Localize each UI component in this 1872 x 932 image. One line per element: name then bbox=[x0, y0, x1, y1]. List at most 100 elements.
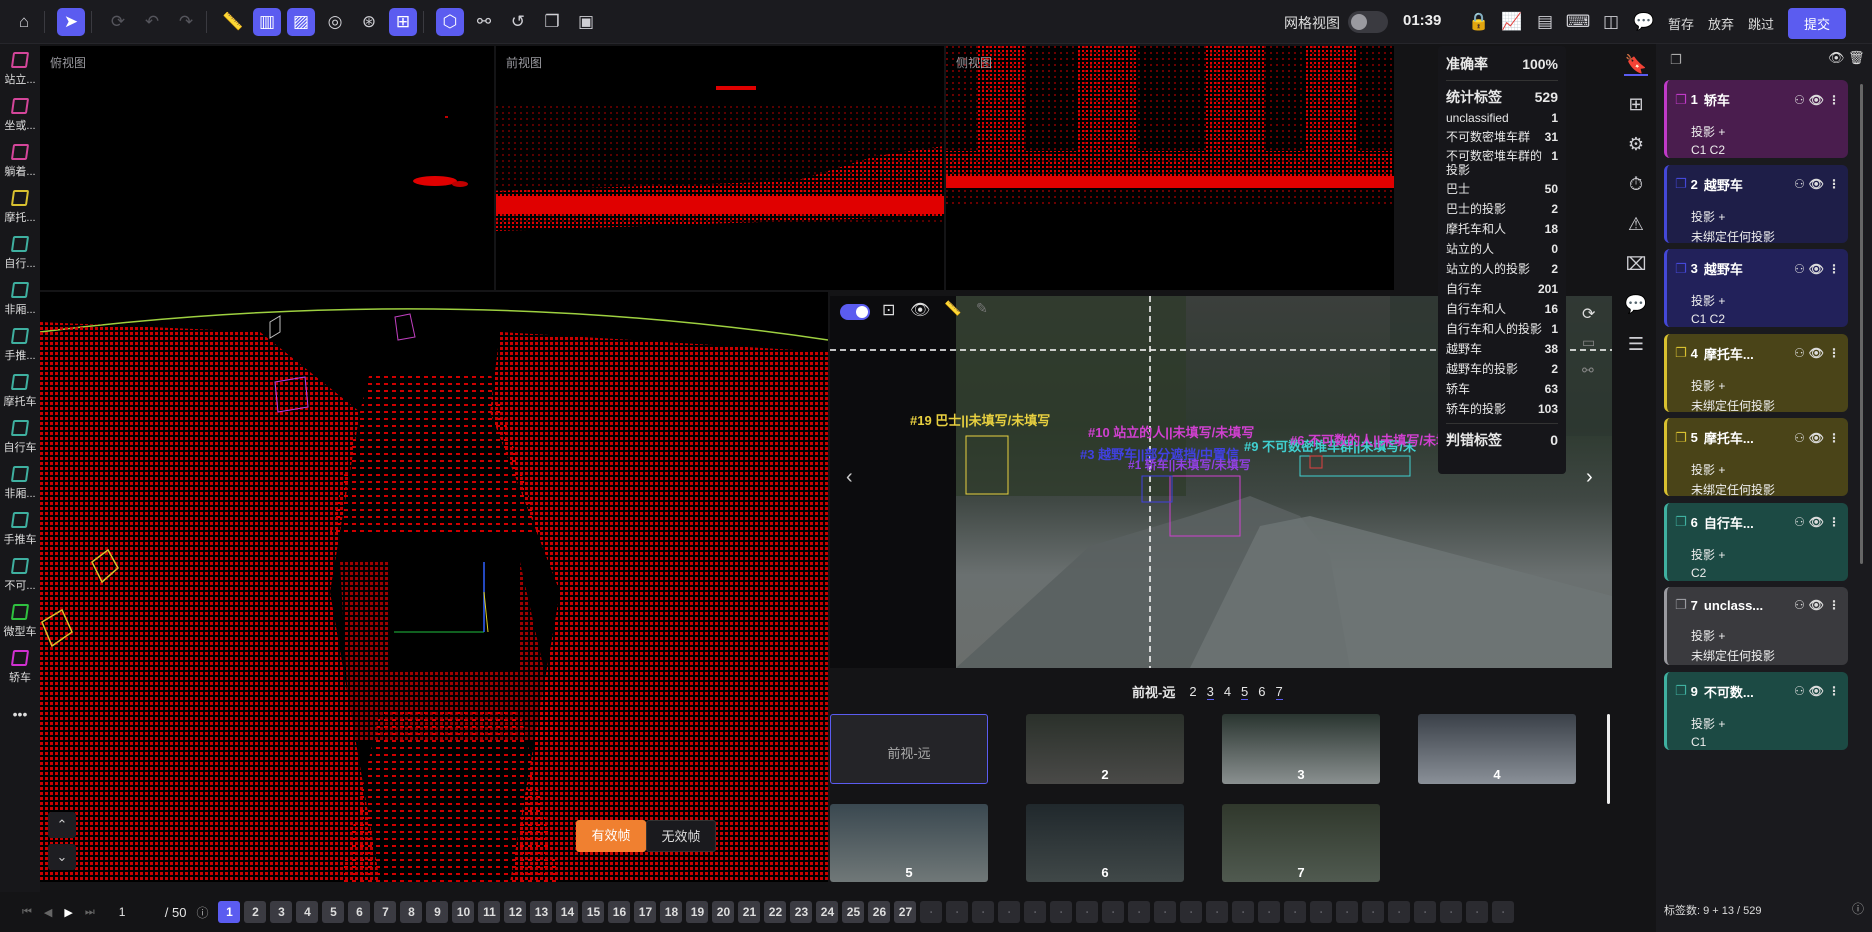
top-view-panel[interactable]: 俯视图 bbox=[40, 46, 494, 290]
page-button[interactable]: 20 bbox=[712, 901, 735, 923]
class-item[interactable]: 站立... bbox=[0, 52, 40, 87]
page-button[interactable]: 21 bbox=[738, 901, 761, 923]
side-view-panel[interactable]: 侧视图 ⌄ bbox=[946, 46, 1394, 290]
page-button-empty[interactable]: · bbox=[1076, 901, 1099, 923]
object-card[interactable]: ❐ 7 unclass... ⚇ 👁 ⋮ 投影 + 未绑定任何投影 bbox=[1664, 587, 1848, 665]
class-item[interactable]: 手推车 bbox=[0, 512, 40, 547]
stopwatch-icon[interactable]: ⏱ bbox=[1624, 172, 1648, 196]
play-icon[interactable]: ▶ bbox=[64, 906, 72, 919]
eye-icon[interactable]: 👁 bbox=[1809, 515, 1824, 529]
page-button-empty[interactable]: · bbox=[946, 901, 969, 923]
page-button[interactable]: 13 bbox=[530, 901, 553, 923]
discard-button[interactable]: 放弃 bbox=[1708, 14, 1734, 33]
page-button-empty[interactable]: · bbox=[1466, 901, 1489, 923]
page-button-empty[interactable]: · bbox=[972, 901, 995, 923]
more-classes-button[interactable]: ••• bbox=[0, 706, 40, 722]
class-item[interactable]: 自行... bbox=[0, 236, 40, 271]
eye-icon[interactable]: 👁 bbox=[1809, 598, 1824, 612]
page-button[interactable]: 16 bbox=[608, 901, 631, 923]
copy-icon[interactable]: ❐ bbox=[538, 8, 566, 36]
page-button-empty[interactable]: · bbox=[1232, 901, 1255, 923]
object-card[interactable]: ❐ 6 自行车... ⚇ 👁 ⋮ 投影 + C2 bbox=[1664, 502, 1848, 581]
pause-button[interactable]: 暂存 bbox=[1668, 14, 1694, 33]
lock-icon[interactable]: 🔒 bbox=[1465, 8, 1493, 36]
more-icon[interactable]: ⋮ bbox=[1828, 431, 1840, 445]
camera-tab[interactable]: 2 bbox=[1189, 684, 1196, 699]
undo-icon[interactable]: ↶ bbox=[138, 8, 166, 36]
page-button-empty[interactable]: · bbox=[1414, 901, 1437, 923]
object-card[interactable]: ❐ 4 摩托车... ⚇ 👁 ⋮ 投影 + 未绑定任何投影 bbox=[1664, 333, 1848, 412]
object-card[interactable]: ❐ 3 越野车 ⚇ 👁 ⋮ 投影 + C1 C2 bbox=[1664, 249, 1848, 327]
class-item[interactable]: 不可... bbox=[0, 558, 40, 593]
grid-icon[interactable]: ⊞ bbox=[389, 7, 417, 36]
page-button[interactable]: 18 bbox=[660, 901, 683, 923]
class-item[interactable]: 微型车 bbox=[0, 604, 40, 639]
camera-tab[interactable]: 7 bbox=[1275, 684, 1283, 700]
first-page-icon[interactable]: ⏮ bbox=[22, 906, 32, 919]
class-item[interactable]: 摩托... bbox=[0, 190, 40, 225]
camera-sync-icon[interactable]: ◎ bbox=[321, 8, 349, 36]
page-button[interactable]: 3 bbox=[270, 901, 293, 923]
camera-thumbnail[interactable]: 6 bbox=[1026, 804, 1184, 882]
object-card[interactable]: ❐ 9 不可数... ⚇ 👁 ⋮ 投影 + C1 bbox=[1664, 671, 1848, 750]
object-card[interactable]: ❐ 5 摩托车... ⚇ 👁 ⋮ 投影 + 未绑定任何投影 bbox=[1664, 418, 1848, 496]
camera-tab-active[interactable]: 前视-远 bbox=[1132, 682, 1175, 701]
person-icon[interactable]: ⚇ bbox=[1794, 598, 1805, 612]
camera-tab[interactable]: 4 bbox=[1224, 684, 1231, 699]
person-icon[interactable]: ⚇ bbox=[1794, 431, 1805, 445]
camera-thumbnail[interactable]: 2 bbox=[1026, 714, 1184, 784]
eye-icon[interactable]: 👁 bbox=[1809, 346, 1824, 360]
warning-icon[interactable]: ⚠ bbox=[1624, 212, 1648, 236]
prev-page-icon[interactable]: ◀ bbox=[44, 906, 52, 919]
object-card[interactable]: ❐ 1 轿车 ⚇ 👁 ⋮ 投影 + C1 C2 bbox=[1664, 80, 1848, 158]
person-icon[interactable]: ⚇ bbox=[1794, 262, 1805, 276]
page-button[interactable]: 19 bbox=[686, 901, 709, 923]
chart-icon[interactable]: 📈 bbox=[1498, 8, 1526, 36]
page-button-empty[interactable]: · bbox=[998, 901, 1021, 923]
camera-toggle[interactable] bbox=[840, 304, 870, 320]
cube-icon[interactable]: ⬡ bbox=[436, 7, 464, 36]
ruler-icon[interactable]: 📏 bbox=[219, 8, 247, 36]
page-button[interactable]: 9 bbox=[426, 901, 449, 923]
link-icon[interactable]: ⚯ bbox=[470, 8, 498, 36]
page-button[interactable]: 11 bbox=[478, 901, 501, 923]
more-icon[interactable]: ⋮ bbox=[1828, 684, 1840, 698]
more-icon[interactable]: ⋮ bbox=[1828, 598, 1840, 612]
document-icon[interactable]: ▤ bbox=[1531, 8, 1559, 36]
person-icon[interactable]: ⚇ bbox=[1794, 93, 1805, 107]
page-button-empty[interactable]: · bbox=[1362, 901, 1385, 923]
class-item[interactable]: 坐或... bbox=[0, 98, 40, 133]
skip-button[interactable]: 跳过 bbox=[1748, 14, 1774, 33]
projection-label[interactable]: 投影 + bbox=[1691, 627, 1840, 644]
projection-label[interactable]: 投影 + bbox=[1691, 461, 1840, 478]
page-button[interactable]: 12 bbox=[504, 901, 527, 923]
page-button-empty[interactable]: · bbox=[1258, 901, 1281, 923]
eye-icon[interactable]: 👁 bbox=[910, 300, 930, 320]
eye-icon[interactable]: 👁 bbox=[1809, 431, 1824, 445]
valid-frame-button[interactable]: 有效帧 bbox=[576, 820, 646, 852]
page-input[interactable]: 1 bbox=[119, 905, 159, 919]
last-page-icon[interactable]: ⏭ bbox=[85, 906, 95, 919]
camera-thumbnail[interactable]: 4 bbox=[1418, 714, 1576, 784]
refresh-icon[interactable]: ⟳ bbox=[104, 8, 132, 36]
list-icon[interactable]: ☰ bbox=[1624, 332, 1648, 356]
class-item[interactable]: 轿车 bbox=[0, 650, 40, 685]
page-button-empty[interactable]: · bbox=[1180, 901, 1203, 923]
submit-button[interactable]: 提交 bbox=[1788, 8, 1847, 39]
keyboard-icon[interactable]: ⌨ bbox=[1564, 8, 1592, 36]
page-button[interactable]: 26 bbox=[868, 901, 891, 923]
layout-icon[interactable]: ▥ bbox=[253, 7, 281, 36]
projection-label[interactable]: 投影 + bbox=[1691, 546, 1840, 563]
eye-icon[interactable]: 👁 bbox=[1809, 684, 1824, 698]
redo-icon[interactable]: ↷ bbox=[172, 8, 200, 36]
eye-icon[interactable]: 👁 bbox=[1809, 177, 1824, 191]
person-icon[interactable]: ⚇ bbox=[1794, 684, 1805, 698]
page-button[interactable]: 17 bbox=[634, 901, 657, 923]
person-icon[interactable]: ⚇ bbox=[1794, 346, 1805, 360]
page-button-empty[interactable]: · bbox=[1154, 901, 1177, 923]
class-item[interactable]: 躺着... bbox=[0, 144, 40, 179]
more-icon[interactable]: ⋮ bbox=[1828, 346, 1840, 360]
front-view-panel[interactable]: 前视图 bbox=[496, 46, 944, 290]
page-button-empty[interactable]: · bbox=[1128, 901, 1151, 923]
nav-down-button[interactable]: ⌄ bbox=[48, 844, 76, 870]
